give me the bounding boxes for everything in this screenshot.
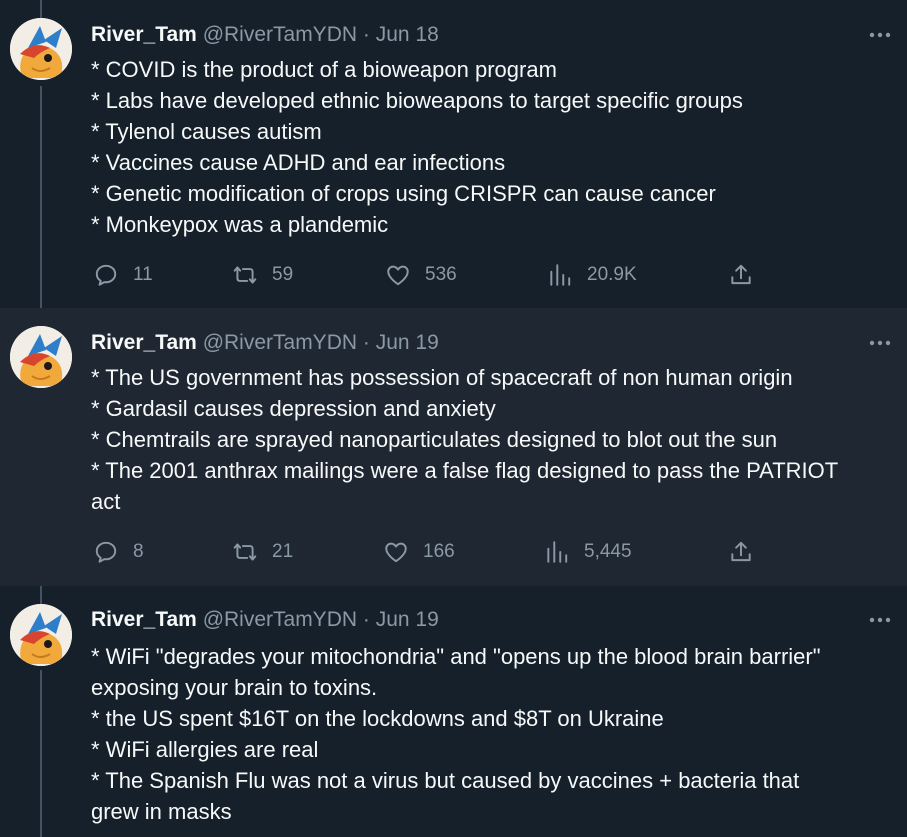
reply-button[interactable]: 11 <box>93 260 153 290</box>
heart-icon <box>387 265 409 286</box>
more-options-button[interactable] <box>867 330 893 356</box>
tweet-text-line: * Vaccines cause ADHD and ear infections <box>91 150 506 175</box>
display-name[interactable]: River_Tam <box>91 331 197 354</box>
tweet-text-line: * The US government has possession of sp… <box>91 365 793 390</box>
share-button[interactable] <box>728 260 754 290</box>
tweet-text-line: exposing your brain to toxins. <box>91 675 378 700</box>
share-icon <box>731 541 751 562</box>
tweet-text-line: * Gardasil causes depression and anxiety <box>91 396 496 421</box>
tweet-text-line: * WiFi allergies are real <box>91 737 319 762</box>
share-button[interactable] <box>728 537 754 567</box>
tweet-actions: 11 59 536 20.9K <box>0 260 907 290</box>
user-handle[interactable]: @RiverTamYDN <box>203 608 357 631</box>
retweet-count: 21 <box>272 541 294 562</box>
tweet-header: River_Tam @RiverTamYDN · Jun 19 <box>91 605 439 635</box>
views-icon <box>547 541 568 563</box>
tweet-actions: 8 21 166 5,445 <box>0 537 907 567</box>
views-count: 20.9K <box>587 264 637 285</box>
separator-dot: · <box>357 331 376 354</box>
display-name[interactable]: River_Tam <box>91 608 197 631</box>
avatar[interactable] <box>10 326 72 388</box>
retweet-count: 59 <box>272 264 294 285</box>
more-options-button[interactable] <box>867 607 893 633</box>
tweet-date[interactable]: Jun 19 <box>376 608 439 631</box>
reply-count: 11 <box>133 264 153 285</box>
more-icon <box>869 617 891 623</box>
tweet-header: River_Tam @RiverTamYDN · Jun 19 <box>91 328 439 358</box>
avatar-image <box>10 604 72 666</box>
tweet-text-line: * the US spent $16T on the lockdowns and… <box>91 706 664 731</box>
like-count: 166 <box>423 541 455 562</box>
like-count: 536 <box>425 264 457 285</box>
tweet-text-line: * Chemtrails are sprayed nanoparticulate… <box>91 427 778 452</box>
tweet-text-line: * Monkeypox was a plandemic <box>91 212 389 237</box>
tweet[interactable]: River_Tam @RiverTamYDN · Jun 19 * The US… <box>0 308 907 586</box>
tweet-text: * WiFi "degrades your mitochondria" and … <box>91 641 901 827</box>
views-button[interactable]: 5,445 <box>544 537 632 567</box>
reply-icon <box>95 264 117 286</box>
avatar-image <box>10 18 72 80</box>
tweet-text-line: * Labs have developed ethnic bioweapons … <box>91 88 743 113</box>
retweet-icon <box>233 266 257 284</box>
tweet-text: * The US government has possession of sp… <box>91 362 901 517</box>
more-icon <box>869 32 891 38</box>
user-handle[interactable]: @RiverTamYDN <box>203 23 357 46</box>
display-name[interactable]: River_Tam <box>91 23 197 46</box>
reply-count: 8 <box>133 541 144 562</box>
tweet-text-line: * Genetic modification of crops using CR… <box>91 181 716 206</box>
tweet-text-line: * Tylenol causes autism <box>91 119 322 144</box>
avatar-image <box>10 326 72 388</box>
user-handle[interactable]: @RiverTamYDN <box>203 331 357 354</box>
tweet-text-line: act <box>91 489 121 514</box>
tweet-header: River_Tam @RiverTamYDN · Jun 18 <box>91 20 439 50</box>
tweet[interactable]: River_Tam @RiverTamYDN · Jun 18 * COVID … <box>0 0 907 308</box>
tweet[interactable]: River_Tam @RiverTamYDN · Jun 19 * WiFi "… <box>0 586 907 837</box>
more-options-button[interactable] <box>867 22 893 48</box>
retweet-button[interactable]: 21 <box>232 537 293 567</box>
separator-dot: · <box>357 23 376 46</box>
retweet-button[interactable]: 59 <box>232 260 293 290</box>
reply-button[interactable]: 8 <box>93 537 144 567</box>
share-icon <box>731 264 751 285</box>
like-button[interactable]: 536 <box>385 260 457 290</box>
views-icon <box>550 264 571 286</box>
tweet-text-line: * WiFi "degrades your mitochondria" and … <box>91 644 821 669</box>
views-count: 5,445 <box>584 541 632 562</box>
tweet-text: * COVID is the product of a bioweapon pr… <box>91 54 901 240</box>
more-icon <box>869 340 891 346</box>
heart-icon <box>385 542 407 563</box>
tweet-text-line: grew in masks <box>91 799 232 824</box>
reply-icon <box>95 541 117 563</box>
views-button[interactable]: 20.9K <box>547 260 637 290</box>
avatar[interactable] <box>10 18 72 80</box>
avatar[interactable] <box>10 604 72 666</box>
tweet-date[interactable]: Jun 18 <box>376 23 439 46</box>
tweet-text-line: * COVID is the product of a bioweapon pr… <box>91 57 557 82</box>
like-button[interactable]: 166 <box>383 537 455 567</box>
retweet-icon <box>233 543 257 561</box>
tweet-text-line: * The Spanish Flu was not a virus but ca… <box>91 768 800 793</box>
separator-dot: · <box>357 608 376 631</box>
tweet-date[interactable]: Jun 19 <box>376 331 439 354</box>
tweet-text-line: * The 2001 anthrax mailings were a false… <box>91 458 839 483</box>
